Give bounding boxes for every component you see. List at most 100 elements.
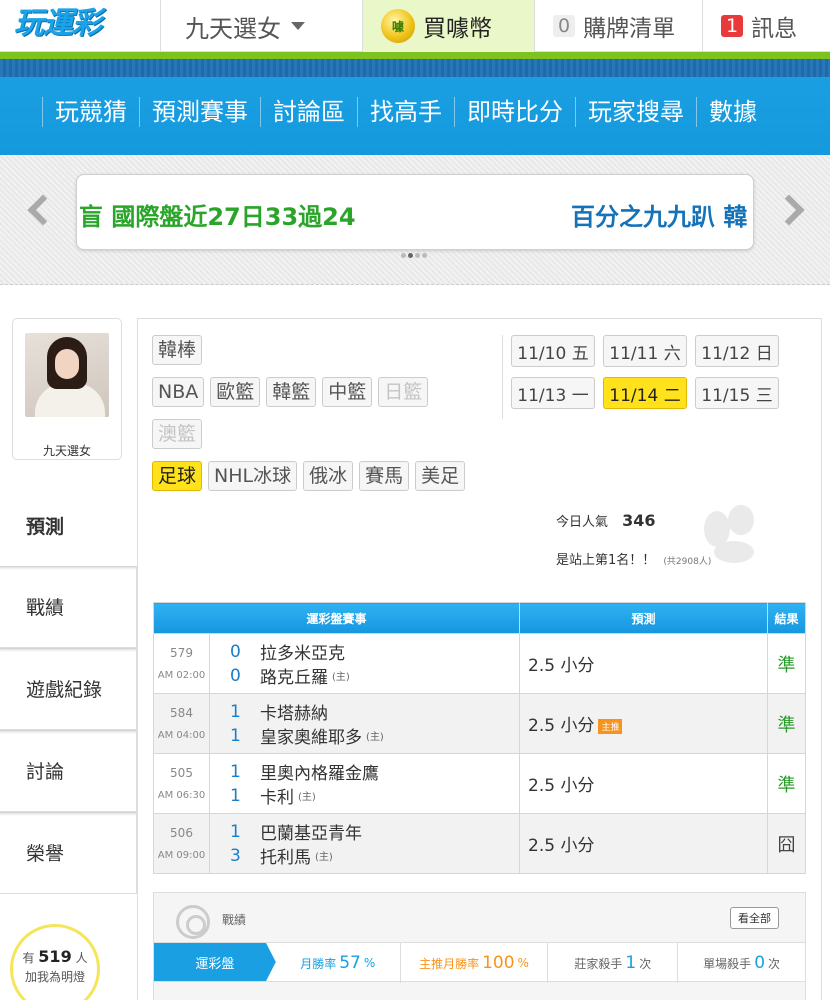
single-game-killer-unit: 次 — [768, 956, 781, 971]
home-mark: (主) — [366, 732, 384, 743]
month-win-rate-value: 57 — [339, 953, 361, 973]
nav-item-forum[interactable]: 討論區 — [260, 97, 357, 127]
table-row[interactable]: 579 AM 02:00 0 拉多米亞克 0 路克丘羅 (主) 2.5 小分 準 — [153, 633, 806, 694]
sport-tag-soccer[interactable]: 足球 — [152, 461, 203, 491]
purchase-list-button[interactable]: 0 購牌清單 — [534, 0, 702, 52]
carousel-prev-icon[interactable] — [22, 193, 59, 227]
banker-killer: 莊家殺手 1 次 — [547, 943, 677, 983]
away-score: 0 — [230, 641, 241, 662]
site-logo[interactable]: 玩運彩 — [0, 0, 160, 52]
sport-tag-american-football[interactable]: 美足 — [415, 461, 466, 491]
carousel-next-icon[interactable] — [773, 193, 812, 227]
date-selector: 11/10 五 11/11 六 11/12 日 11/13 一 11/14 二 … — [502, 335, 812, 419]
sidebar-item-record[interactable]: 戰績 — [0, 566, 137, 648]
date-button[interactable]: 11/12 日 — [695, 335, 779, 367]
match-time: AM 06:30 — [157, 790, 206, 801]
view-all-button[interactable]: 看全部 — [730, 907, 779, 929]
sport-tag-australia-basketball: 澳籃 — [152, 419, 203, 449]
main-pick-win-rate-unit: % — [517, 956, 529, 970]
date-button[interactable]: 11/15 三 — [695, 377, 779, 409]
profile-card — [12, 318, 122, 460]
home-score: 0 — [230, 665, 241, 686]
banker-killer-value: 1 — [625, 953, 637, 973]
col-header-prediction: 預測 — [519, 602, 768, 634]
sport-tag-korean-basketball[interactable]: 韓籃 — [266, 377, 317, 407]
table-row[interactable]: 505 AM 06:30 1 里奧內格羅金鷹 1 卡利 (主) 2.5 小分 準 — [153, 753, 806, 814]
cart-count-badge: 0 — [553, 15, 576, 37]
sidebar-item-game-log[interactable]: 遊戲紀錄 — [0, 648, 137, 730]
nav-item-data[interactable]: 數據 — [696, 97, 769, 127]
date-button[interactable]: 11/13 一 — [511, 377, 595, 409]
follow-lamp-button[interactable]: 有 519 人 加我為明燈 — [10, 924, 100, 1000]
away-team: 巴蘭基亞青年 — [260, 824, 362, 844]
sidebar-item-predict[interactable]: 預測 — [0, 484, 137, 566]
avatar[interactable] — [25, 333, 109, 417]
sport-tag-japan-basketball: 日籃 — [378, 377, 429, 407]
carousel-dot[interactable] — [415, 253, 420, 258]
prediction-value: 2.5 小分 — [528, 776, 595, 796]
sport-tag-chinese-basketball[interactable]: 中籃 — [322, 377, 373, 407]
sport-tag-nhl[interactable]: NHL冰球 — [208, 461, 298, 491]
marquee-text-2: 百分之九九趴 韓 — [571, 203, 748, 231]
date-button[interactable]: 11/11 六 — [603, 335, 687, 367]
rank-total: (共2908人) — [663, 557, 712, 567]
month-win-rate: 月勝率 57 % — [276, 943, 400, 983]
nav-item-player-search[interactable]: 玩家搜尋 — [575, 97, 696, 127]
away-score: 1 — [230, 821, 241, 842]
nav-item-experts[interactable]: 找高手 — [357, 97, 454, 127]
fans-suffix: 人 — [75, 951, 88, 965]
record-summary: 戰績 看全部 運彩盤 月勝率 57 % 主推月勝率 100 % 莊家殺手 1 次… — [153, 892, 806, 1000]
nav-item-guess[interactable]: 玩競猜 — [42, 97, 139, 127]
carousel-dot[interactable] — [401, 253, 406, 258]
away-score: 1 — [230, 761, 241, 782]
chevron-down-icon — [291, 22, 305, 30]
main-pick-win-rate-value: 100 — [482, 953, 515, 973]
record-tab-sports-lottery[interactable]: 運彩盤 — [154, 943, 276, 981]
user-menu-label: 九天選女 — [185, 14, 281, 43]
logo-text: 玩運彩 — [14, 6, 102, 41]
date-button[interactable]: 11/10 五 — [511, 335, 595, 367]
message-count-badge: 1 — [721, 15, 744, 37]
coin-icon: 噱 — [381, 9, 415, 43]
sport-tag-horse-racing[interactable]: 賽馬 — [359, 461, 410, 491]
prediction-value: 2.5 小分 — [528, 836, 595, 856]
purchase-list-label: 購牌清單 — [583, 16, 676, 42]
date-button-selected[interactable]: 11/14 二 — [603, 377, 687, 409]
prediction-value: 2.5 小分 — [528, 716, 595, 736]
sport-tag-euro-basketball[interactable]: 歐籃 — [210, 377, 261, 407]
sport-tag-nba[interactable]: NBA — [152, 377, 205, 407]
messages-button[interactable]: 1 訊息 — [702, 0, 830, 52]
away-team: 卡塔赫納 — [260, 704, 328, 724]
month-win-rate-unit: % — [363, 956, 376, 970]
table-row[interactable]: 584 AM 04:00 1 卡塔赫納 1 皇家奧維耶多 (主) 2.5 小分 主推 準 — [153, 693, 806, 754]
announcement-marquee[interactable]: 盲 國際盤近27日33過24 百分之九九趴 韓 — [76, 174, 754, 250]
messages-label: 訊息 — [751, 16, 798, 42]
home-team: 皇家奧維耶多 — [260, 728, 362, 748]
sport-tag-korean-baseball[interactable]: 韓棒 — [152, 335, 203, 365]
sidebar-item-honors[interactable]: 榮譽 — [0, 812, 137, 894]
sport-tag-russian-hockey[interactable]: 俄冰 — [303, 461, 354, 491]
away-team: 拉多米亞克 — [260, 644, 345, 664]
rank-stat: 是站上第1名！！ (共2908人) — [556, 549, 711, 568]
match-id: 584 — [170, 706, 193, 720]
buy-coins-button[interactable]: 噱 買噱幣 — [362, 0, 534, 52]
user-menu[interactable]: 九天選女 — [160, 0, 362, 52]
result-value: 囧 — [767, 813, 806, 874]
main-pick-win-rate-label: 主推月勝率 — [419, 956, 480, 971]
sidebar-item-discussion[interactable]: 討論 — [0, 730, 137, 812]
rank-text: 是站上第1名！！ — [556, 553, 656, 568]
table-row[interactable]: 506 AM 09:00 1 巴蘭基亞青年 3 托利馬 (主) 2.5 小分 囧 — [153, 813, 806, 874]
prediction-panel: 韓棒 NBA 歐籃 韓籃 中籃 日籃 澳籃 足球 NHL冰球 俄冰 賽馬 美足 … — [137, 318, 822, 1000]
carousel-dot[interactable] — [422, 253, 427, 258]
prediction-table: 運彩盤賽事 預測 結果 579 AM 02:00 0 拉多米亞克 0 路克丘羅 (主) … — [153, 602, 806, 874]
result-value: 準 — [767, 753, 806, 814]
prediction-value: 2.5 小分 — [528, 656, 595, 676]
col-header-match: 運彩盤賽事 — [153, 602, 520, 634]
single-game-killer-value: 0 — [754, 953, 766, 973]
header-divider — [0, 52, 830, 59]
nav-item-live-score[interactable]: 即時比分 — [454, 97, 575, 127]
profile-username: 九天選女 — [42, 444, 91, 458]
nav-item-predict[interactable]: 預測賽事 — [139, 97, 260, 127]
banker-killer-unit: 次 — [639, 956, 652, 971]
carousel-dot-active[interactable] — [408, 253, 413, 258]
